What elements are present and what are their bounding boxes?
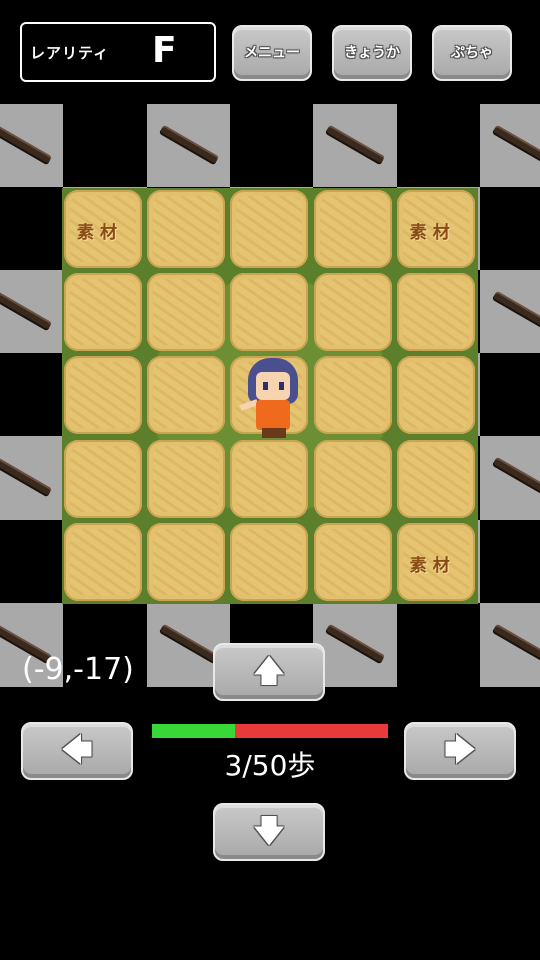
stick-tile — [313, 602, 398, 687]
stick-icon — [0, 126, 52, 164]
stick-icon — [492, 292, 540, 330]
player-character — [238, 356, 310, 440]
stick-tile — [146, 104, 231, 188]
dark-tile — [479, 519, 540, 604]
dark-tile — [479, 187, 540, 272]
field-tile — [147, 439, 226, 518]
character-body — [256, 400, 290, 430]
stick-icon — [325, 126, 385, 164]
stick-tile — [479, 436, 540, 521]
stick-tile — [479, 104, 540, 188]
character-eye — [263, 382, 268, 390]
field-tile — [147, 190, 226, 268]
dark-tile — [0, 519, 64, 604]
arrow-left-icon: 🡄 — [61, 733, 93, 768]
move-left-button[interactable]: 🡄 — [21, 722, 133, 780]
dark-tile — [229, 104, 314, 188]
stick-tile — [479, 270, 540, 355]
field-tile — [396, 439, 475, 518]
field-tile — [147, 273, 226, 352]
dark-tile — [0, 187, 64, 272]
stick-tile — [0, 104, 64, 188]
stick-icon — [0, 292, 52, 330]
field-tile — [64, 273, 142, 352]
stick-tile — [313, 104, 398, 188]
stick-icon — [159, 126, 218, 164]
stick-tile — [0, 436, 64, 521]
stick-tile — [479, 602, 540, 687]
field-tile — [313, 190, 392, 268]
character-eye — [279, 382, 284, 390]
menu-button[interactable]: メニュー — [232, 25, 312, 81]
gacha-button[interactable]: ぷちゃ — [432, 25, 512, 81]
field-tile — [230, 439, 309, 518]
field-tile — [64, 439, 142, 518]
material-marker: 素材 — [409, 223, 456, 243]
move-down-button[interactable]: 🡇 — [213, 803, 325, 861]
stick-tile — [0, 270, 64, 355]
dark-tile — [0, 353, 64, 438]
field-tile — [313, 273, 392, 352]
field-tile — [64, 522, 142, 601]
steps-counter: 3/50歩 — [224, 749, 316, 782]
dark-tile — [396, 104, 481, 188]
stick-icon — [492, 126, 540, 164]
rarity-value: F — [152, 30, 177, 71]
enhance-button[interactable]: きょうか — [332, 25, 412, 81]
field-tile — [313, 522, 392, 601]
field-tile — [147, 356, 226, 435]
dark-tile — [63, 104, 148, 188]
field-tile — [396, 356, 475, 435]
character-face — [256, 372, 290, 400]
character-legs — [262, 428, 286, 438]
dark-tile — [396, 602, 481, 687]
stick-icon — [492, 458, 540, 496]
step-progress-fill — [152, 724, 235, 738]
stick-icon — [0, 458, 52, 496]
move-right-button[interactable]: 🡆 — [404, 722, 516, 780]
stick-icon — [159, 624, 218, 663]
field-tile — [230, 273, 309, 352]
field-tile — [313, 356, 392, 435]
arrow-up-icon: 🡅 — [253, 654, 285, 689]
move-up-button[interactable]: 🡅 — [213, 643, 325, 701]
material-marker: 素材 — [77, 223, 123, 243]
stick-icon — [492, 624, 540, 663]
rarity-label: レアリティ — [30, 44, 110, 62]
field-tile — [396, 273, 475, 352]
field-tile — [230, 190, 309, 268]
arrow-down-icon: 🡇 — [253, 814, 285, 849]
coordinates-readout: (-9,-17) — [22, 652, 134, 687]
field-tile — [64, 356, 142, 435]
material-marker: 素材 — [409, 555, 456, 576]
field-tile — [230, 522, 309, 601]
field-tile — [313, 439, 392, 518]
dark-tile — [479, 353, 540, 438]
stick-icon — [325, 624, 385, 663]
step-progress-bar — [152, 724, 388, 738]
arrow-right-icon: 🡆 — [444, 733, 476, 768]
field-tile — [147, 522, 226, 601]
rarity-box: レアリティ F — [20, 22, 216, 82]
